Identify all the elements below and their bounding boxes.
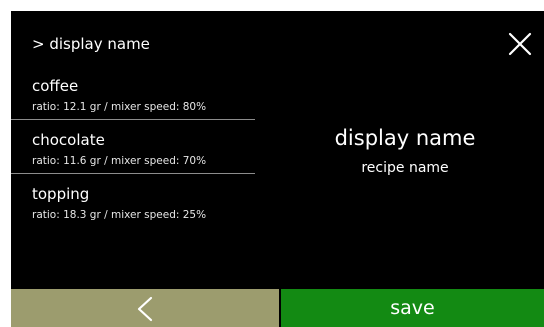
ingredient-list: coffee ratio: 12.1 gr / mixer speed: 80%… xyxy=(11,77,255,228)
bottom-bar: save xyxy=(11,289,544,327)
ingredient-detail: ratio: 11.6 gr / mixer speed: 70% xyxy=(32,155,207,167)
recipe-screen: > display name coffee ratio: 12.1 gr / m… xyxy=(11,11,544,327)
close-button[interactable] xyxy=(508,32,532,56)
list-item-topping[interactable]: topping ratio: 18.3 gr / mixer speed: 25… xyxy=(11,185,255,228)
back-button[interactable] xyxy=(11,289,279,327)
ingredient-name: chocolate xyxy=(32,131,105,149)
ingredient-name: topping xyxy=(32,185,90,203)
list-item-chocolate[interactable]: chocolate ratio: 11.6 gr / mixer speed: … xyxy=(11,131,255,174)
chevron-left-icon xyxy=(137,296,153,322)
close-icon xyxy=(508,32,532,56)
ingredient-detail: ratio: 12.1 gr / mixer speed: 80% xyxy=(32,101,207,113)
list-item-coffee[interactable]: coffee ratio: 12.1 gr / mixer speed: 80% xyxy=(11,77,255,120)
info-panel: display name recipe name xyxy=(266,125,544,177)
ingredient-detail: ratio: 18.3 gr / mixer speed: 25% xyxy=(32,209,207,221)
ingredient-name: coffee xyxy=(32,77,79,95)
save-button[interactable]: save xyxy=(281,289,544,327)
display-name-title: display name xyxy=(334,126,476,150)
breadcrumb: > display name xyxy=(32,35,150,53)
recipe-name-label: recipe name xyxy=(361,160,449,176)
